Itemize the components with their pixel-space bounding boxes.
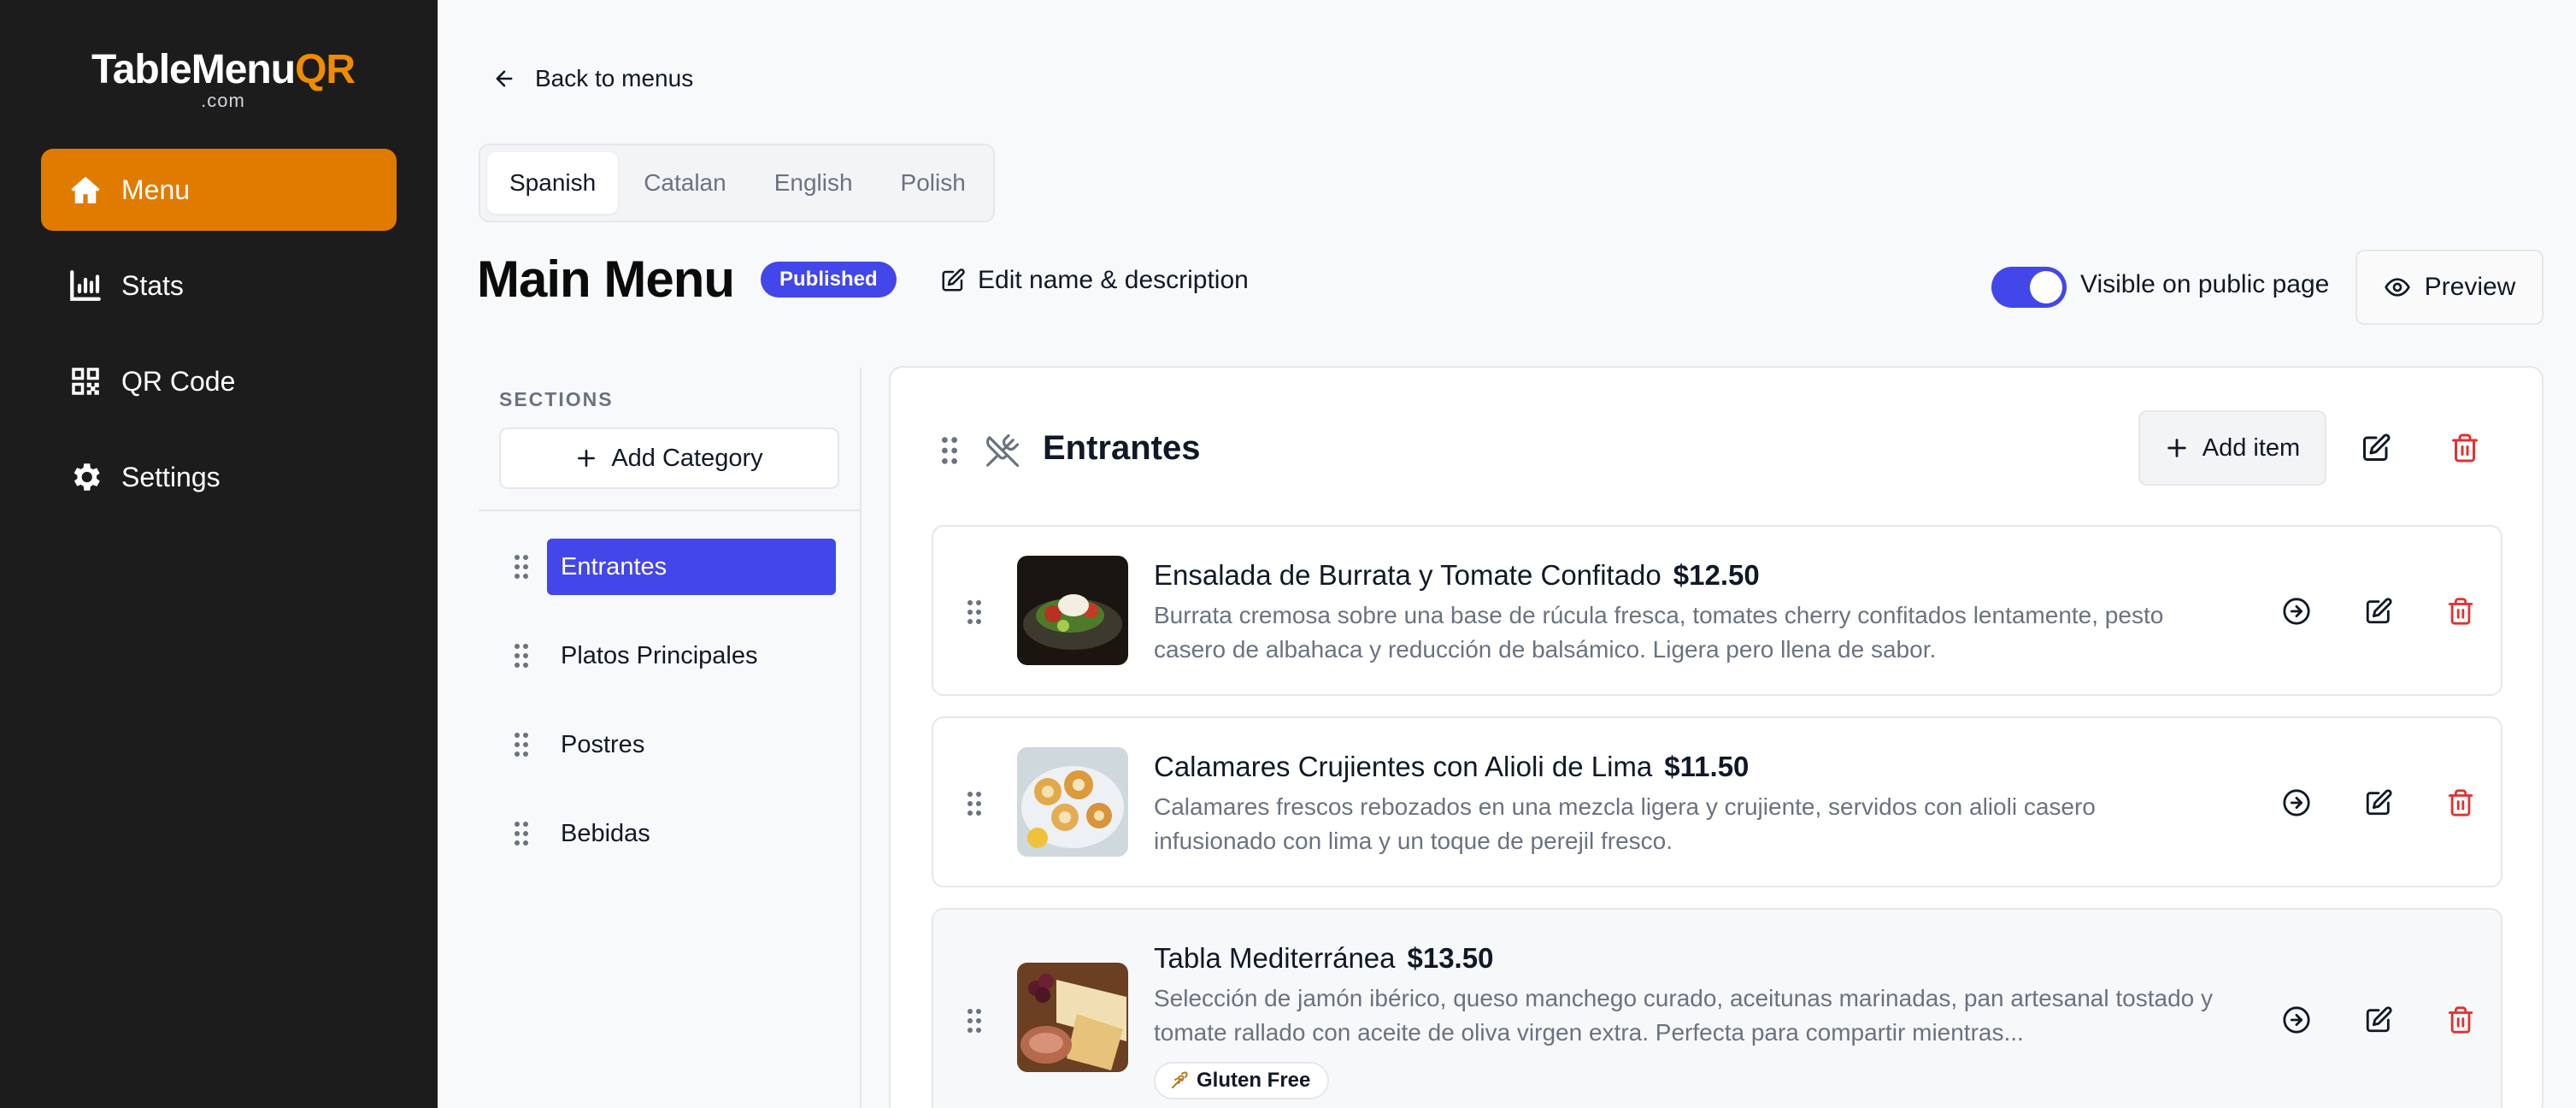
add-item-button[interactable]: Add item bbox=[2138, 410, 2326, 486]
menu-item-row[interactable]: Calamares Crujientes con Alioli de Lima $… bbox=[932, 716, 2502, 887]
trash-icon[interactable] bbox=[2446, 597, 2475, 626]
qr-code-icon bbox=[67, 362, 104, 400]
edit-icon[interactable] bbox=[2364, 788, 2393, 817]
tab-english[interactable]: English bbox=[752, 152, 875, 214]
sidebar-item-label: QR Code bbox=[121, 365, 236, 397]
gear-icon bbox=[67, 458, 104, 496]
item-thumbnail bbox=[1017, 747, 1128, 857]
item-description: Burrata cremosa sobre una base de rúcula… bbox=[1154, 602, 2164, 663]
drag-handle-icon[interactable] bbox=[967, 1009, 981, 1033]
toggle-knob bbox=[2030, 271, 2062, 304]
category-item-postres[interactable]: Postres bbox=[479, 716, 860, 773]
bar-chart-icon bbox=[67, 267, 104, 304]
item-name: Tabla Mediterránea $13.50 bbox=[1154, 942, 1494, 974]
sidebar-item-label: Menu bbox=[121, 174, 191, 205]
sidebar-item-menu[interactable]: Menu bbox=[41, 149, 397, 231]
category-title: Entrantes bbox=[1043, 429, 1201, 467]
arrow-right-circle-icon[interactable] bbox=[2282, 788, 2311, 817]
preview-button[interactable]: Preview bbox=[2355, 250, 2544, 325]
sections-heading: SECTIONS bbox=[499, 388, 614, 410]
visibility-toggle[interactable] bbox=[1991, 267, 2067, 308]
edit-icon bbox=[942, 268, 965, 292]
tag-label: Gluten Free bbox=[1197, 1069, 1311, 1092]
item-name: Calamares Crujientes con Alioli de Lima $… bbox=[1154, 751, 1750, 782]
category-label: Postres bbox=[561, 730, 645, 758]
utensils-crossed-icon bbox=[986, 433, 1020, 468]
eye-icon bbox=[2384, 278, 2410, 297]
add-category-label: Add Category bbox=[611, 444, 763, 472]
category-item-platos-principales[interactable]: Platos Principales bbox=[479, 628, 860, 684]
category-item-bebidas[interactable]: Bebidas bbox=[479, 805, 860, 862]
sidebar-item-label: Settings bbox=[121, 461, 221, 492]
item-thumbnail bbox=[1017, 963, 1128, 1072]
sidebar-item-settings[interactable]: Settings bbox=[41, 436, 397, 518]
sidebar-item-qr-code[interactable]: QR Code bbox=[41, 340, 397, 422]
preview-label: Preview bbox=[2424, 273, 2516, 301]
gluten-free-tag: Gluten Free bbox=[1154, 1062, 1330, 1099]
item-name: Ensalada de Burrata y Tomate Confitado $1… bbox=[1154, 559, 1760, 591]
page-title: Main Menu bbox=[477, 250, 735, 308]
arrow-right-circle-icon[interactable] bbox=[2282, 1005, 2311, 1034]
divider bbox=[479, 510, 860, 511]
category-label: Entrantes bbox=[547, 539, 836, 595]
menu-item-row[interactable]: Ensalada de Burrata y Tomate Confitado $1… bbox=[932, 525, 2502, 696]
drag-handle-icon[interactable] bbox=[942, 436, 957, 465]
item-price: $11.50 bbox=[1664, 751, 1750, 782]
add-item-label: Add item bbox=[2202, 433, 2301, 462]
category-panel: Entrantes Add item Ensalada de Burrata y… bbox=[889, 366, 2544, 1108]
sidebar: TableMenuQR .com Menu Stats QR Code Sett… bbox=[0, 0, 438, 1108]
wheat-icon bbox=[1172, 1071, 1188, 1088]
tab-catalan[interactable]: Catalan bbox=[621, 152, 749, 214]
plus-icon bbox=[2167, 439, 2186, 457]
back-to-menus-link[interactable]: Back to menus bbox=[492, 60, 693, 97]
language-tabs: Spanish Catalan English Polish bbox=[479, 144, 995, 222]
item-price: $12.50 bbox=[1673, 559, 1760, 591]
edit-icon[interactable] bbox=[2364, 1005, 2393, 1034]
category-label: Platos Principales bbox=[561, 641, 758, 669]
drag-handle-icon[interactable] bbox=[515, 733, 528, 757]
menu-item-row[interactable]: Tabla Mediterránea $13.50 Selección de ja… bbox=[932, 908, 2502, 1108]
category-item-entrantes[interactable]: Entrantes bbox=[479, 539, 860, 595]
home-icon bbox=[67, 171, 104, 209]
edit-name-description-button[interactable]: Edit name & description bbox=[940, 263, 1249, 298]
delete-category-icon[interactable] bbox=[2450, 433, 2480, 463]
drag-handle-icon[interactable] bbox=[515, 822, 528, 846]
drag-handle-icon[interactable] bbox=[515, 644, 528, 668]
arrow-left-icon bbox=[496, 70, 513, 87]
back-link-label: Back to menus bbox=[535, 65, 694, 91]
logo[interactable]: TableMenuQR .com bbox=[82, 47, 364, 111]
item-thumbnail bbox=[1017, 556, 1128, 665]
logo-domain: .com bbox=[201, 90, 245, 111]
edit-name-label: Edit name & description bbox=[978, 266, 1249, 294]
tab-spanish[interactable]: Spanish bbox=[487, 152, 619, 214]
item-price: $13.50 bbox=[1407, 942, 1494, 974]
sections-panel: SECTIONS Add Category Entrantes Platos P… bbox=[479, 368, 862, 1108]
plus-icon bbox=[578, 450, 596, 467]
item-description: Calamares frescos rebozados en una mezcl… bbox=[1154, 793, 2096, 854]
drag-handle-icon[interactable] bbox=[967, 600, 981, 624]
add-category-button[interactable]: Add Category bbox=[499, 427, 839, 489]
tab-polish[interactable]: Polish bbox=[879, 152, 988, 214]
trash-icon[interactable] bbox=[2446, 788, 2475, 817]
sidebar-item-stats[interactable]: Stats bbox=[41, 245, 397, 327]
logo-wordmark: TableMenuQR bbox=[91, 47, 356, 92]
status-badge: Published bbox=[761, 262, 897, 298]
sidebar-item-label: Stats bbox=[121, 269, 184, 301]
visibility-label: Visible on public page bbox=[2080, 270, 2330, 298]
category-label: Bebidas bbox=[561, 819, 650, 847]
arrow-right-circle-icon[interactable] bbox=[2282, 597, 2311, 626]
drag-handle-icon[interactable] bbox=[515, 555, 528, 579]
trash-icon[interactable] bbox=[2446, 1005, 2475, 1034]
edit-category-icon[interactable] bbox=[2361, 433, 2391, 463]
item-description: Selección de jamón ibérico, queso manche… bbox=[1154, 985, 2213, 1046]
drag-handle-icon[interactable] bbox=[967, 792, 981, 816]
edit-icon[interactable] bbox=[2364, 597, 2393, 626]
